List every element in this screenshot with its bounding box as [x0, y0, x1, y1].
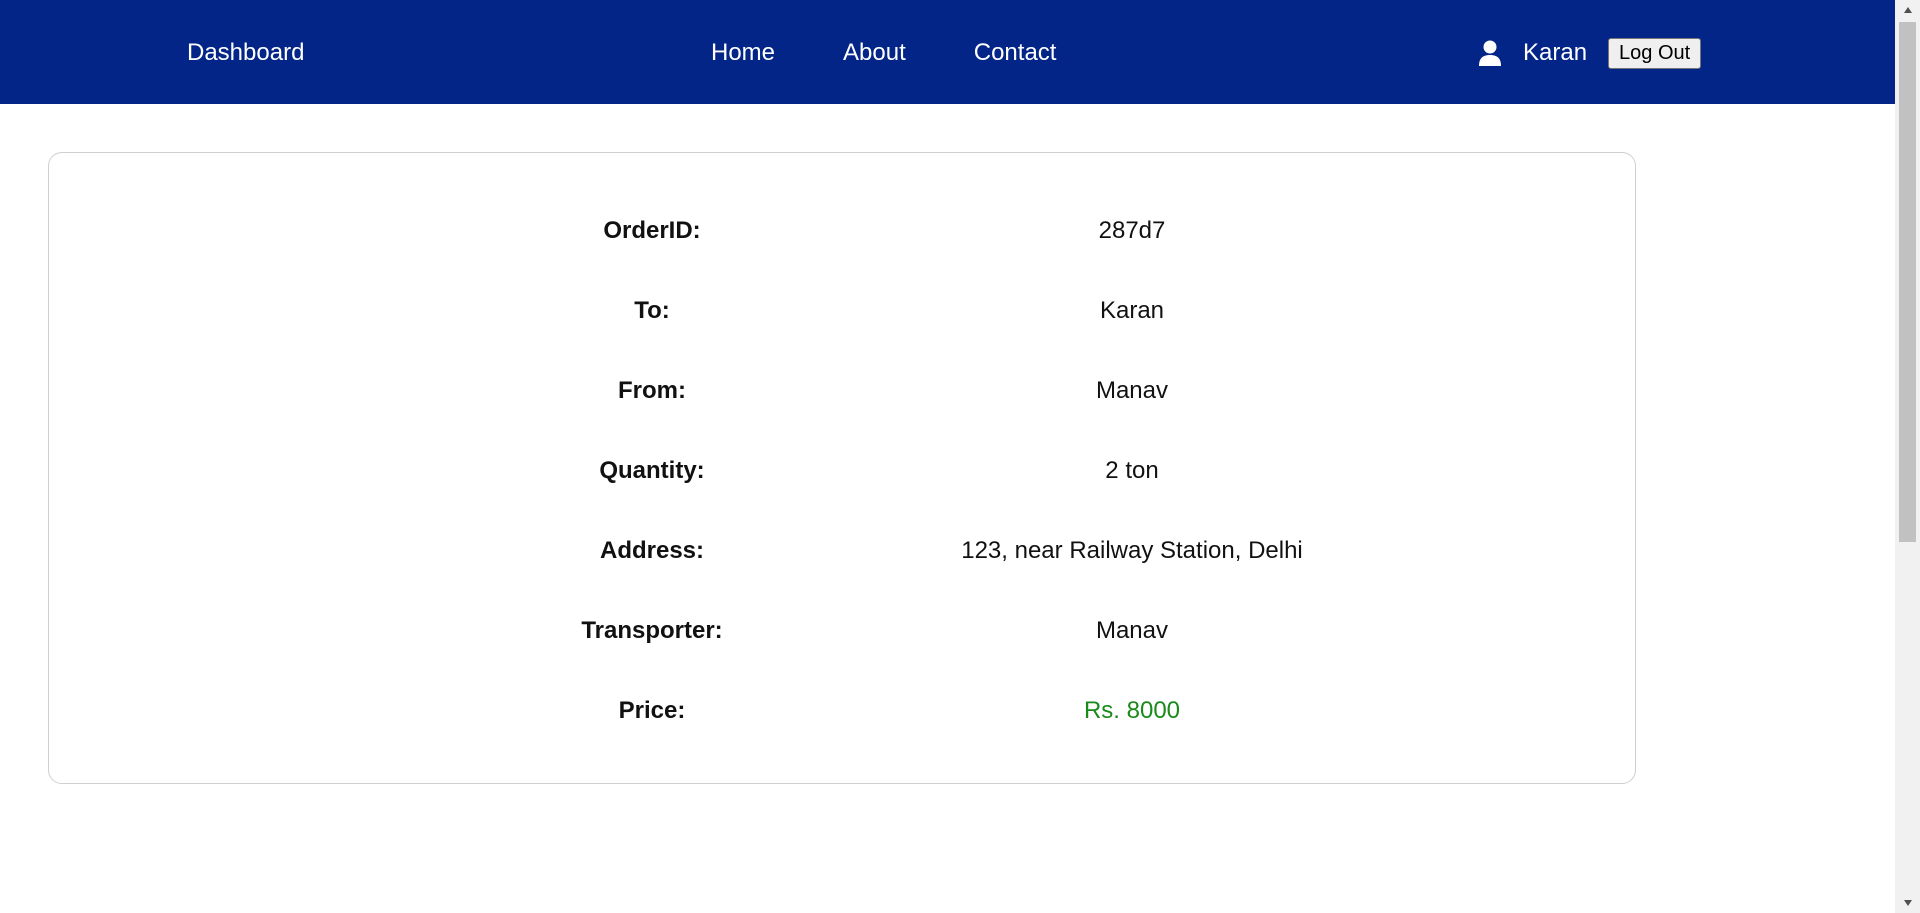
top-navbar: Dashboard Home About Contact Karan Log O…: [0, 0, 1895, 104]
brand-dashboard-link[interactable]: Dashboard: [187, 38, 304, 68]
row-value: 2 ton: [1105, 457, 1159, 484]
row-value: Manav: [1095, 377, 1169, 404]
order-row-to: To: Karan: [49, 291, 1635, 331]
order-row-quantity: Quantity: 2 ton: [49, 451, 1635, 491]
row-value: 287d7: [1098, 217, 1166, 244]
logout-button[interactable]: Log Out: [1608, 37, 1702, 69]
order-row-address: Address: 123, near Railway Station, Delh…: [49, 531, 1635, 571]
user-icon: [1478, 40, 1502, 66]
page-viewport: Dashboard Home About Contact Karan Log O…: [0, 0, 1895, 913]
order-row-transporter: Transporter: Manav: [49, 611, 1635, 651]
nav-links: Home About Contact: [711, 38, 1056, 68]
row-label: OrderID:: [603, 217, 701, 244]
scroll-down-arrow-icon[interactable]: [1895, 893, 1920, 913]
row-label: Address:: [599, 537, 705, 564]
nav-home-link[interactable]: Home: [711, 38, 775, 68]
order-details-card: OrderID: 287d7 To: Karan From: Manav Qua…: [48, 152, 1636, 784]
nav-about-link[interactable]: About: [843, 38, 906, 68]
row-label: Price:: [618, 697, 686, 724]
price-value: Rs. 8000: [1083, 697, 1181, 724]
row-label: To:: [634, 297, 670, 324]
order-row-orderid: OrderID: 287d7: [49, 211, 1635, 251]
row-value: Karan: [1099, 297, 1165, 324]
row-label: Quantity:: [599, 457, 705, 484]
vertical-scrollbar[interactable]: [1895, 0, 1920, 913]
nav-contact-link[interactable]: Contact: [974, 38, 1057, 68]
order-row-from: From: Manav: [49, 371, 1635, 411]
row-value: 123, near Railway Station, Delhi: [961, 537, 1303, 564]
scroll-up-arrow-icon[interactable]: [1895, 0, 1920, 20]
row-label: Transporter:: [581, 617, 723, 644]
user-name: Karan: [1523, 39, 1588, 66]
user-area: Karan Log Out: [1478, 37, 1702, 69]
row-label: From:: [618, 377, 686, 404]
row-value: Manav: [1095, 617, 1169, 644]
order-row-price: Price: Rs. 8000: [49, 691, 1635, 731]
scrollbar-thumb[interactable]: [1899, 22, 1916, 542]
